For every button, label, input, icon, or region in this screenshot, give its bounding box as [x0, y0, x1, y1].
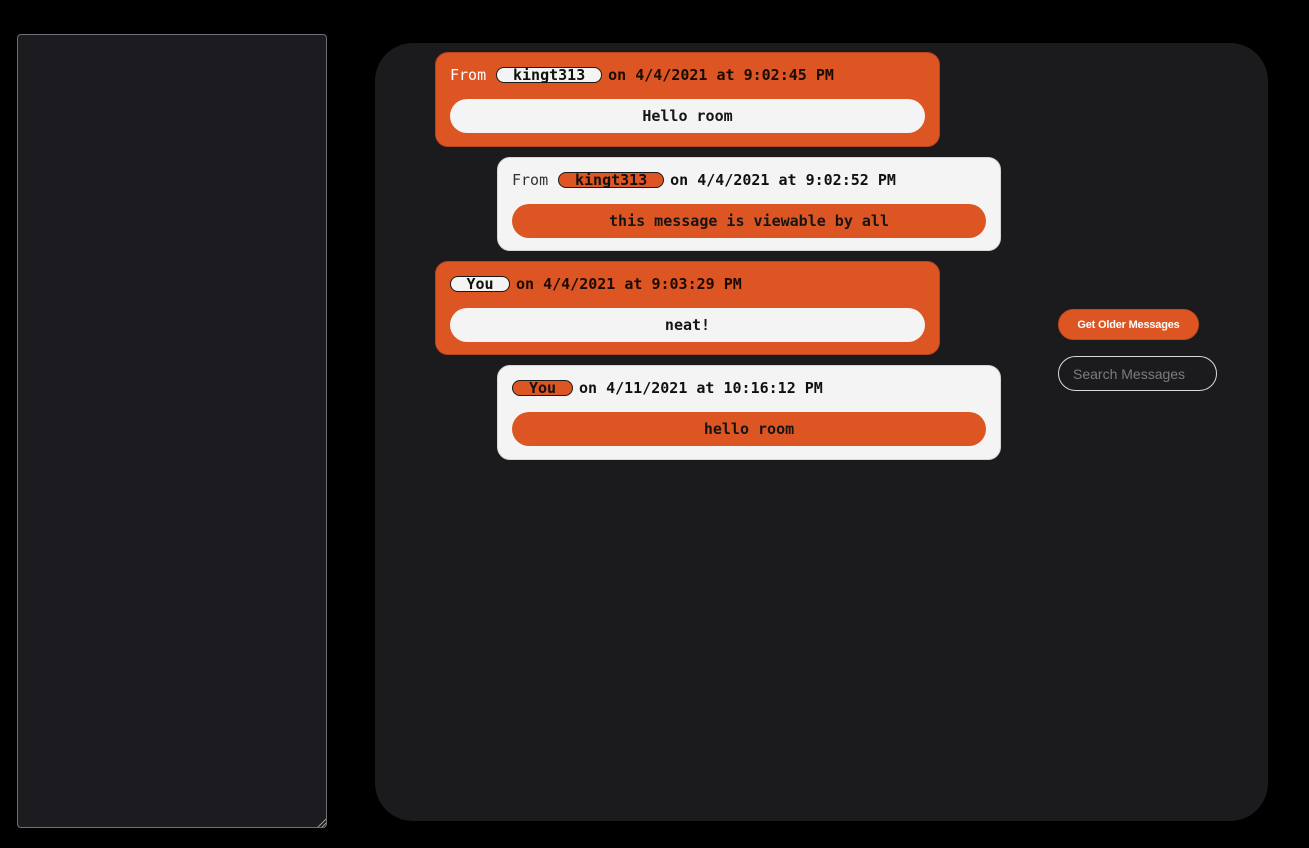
- message-item: From kingt313 on 4/4/2021 at 9:02:52 PM …: [497, 157, 1001, 251]
- message-header: From kingt313 on 4/4/2021 at 9:02:45 PM: [450, 66, 925, 84]
- search-messages-input[interactable]: [1058, 356, 1217, 391]
- message-body: neat!: [450, 308, 925, 342]
- sender-name-badge[interactable]: You: [450, 276, 510, 292]
- side-text-area[interactable]: [17, 34, 327, 828]
- message-body: Hello room: [450, 99, 925, 133]
- chat-page: From kingt313 on 4/4/2021 at 9:02:45 PM …: [0, 0, 1309, 848]
- get-older-messages-button[interactable]: Get Older Messages: [1058, 309, 1199, 340]
- message-body: this message is viewable by all: [512, 204, 986, 238]
- message-item: You on 4/11/2021 at 10:16:12 PM hello ro…: [497, 365, 1001, 460]
- message-timestamp: on 4/11/2021 at 10:16:12 PM: [579, 379, 823, 397]
- from-label: From: [450, 66, 487, 84]
- message-timestamp: on 4/4/2021 at 9:03:29 PM: [516, 275, 742, 293]
- from-label: From: [512, 171, 549, 189]
- message-header: From kingt313 on 4/4/2021 at 9:02:52 PM: [512, 171, 986, 189]
- message-timestamp: on 4/4/2021 at 9:02:52 PM: [670, 171, 896, 189]
- message-item: From kingt313 on 4/4/2021 at 9:02:45 PM …: [435, 52, 940, 147]
- sender-name-badge[interactable]: kingt313: [558, 172, 665, 188]
- sender-name-badge[interactable]: You: [512, 380, 573, 396]
- message-header: You on 4/11/2021 at 10:16:12 PM: [512, 379, 986, 397]
- message-body: hello room: [512, 412, 986, 446]
- message-item: You on 4/4/2021 at 9:03:29 PM neat!: [435, 261, 940, 355]
- message-timestamp: on 4/4/2021 at 9:02:45 PM: [608, 66, 834, 84]
- sender-name-badge[interactable]: kingt313: [496, 67, 603, 83]
- message-header: You on 4/4/2021 at 9:03:29 PM: [450, 275, 925, 293]
